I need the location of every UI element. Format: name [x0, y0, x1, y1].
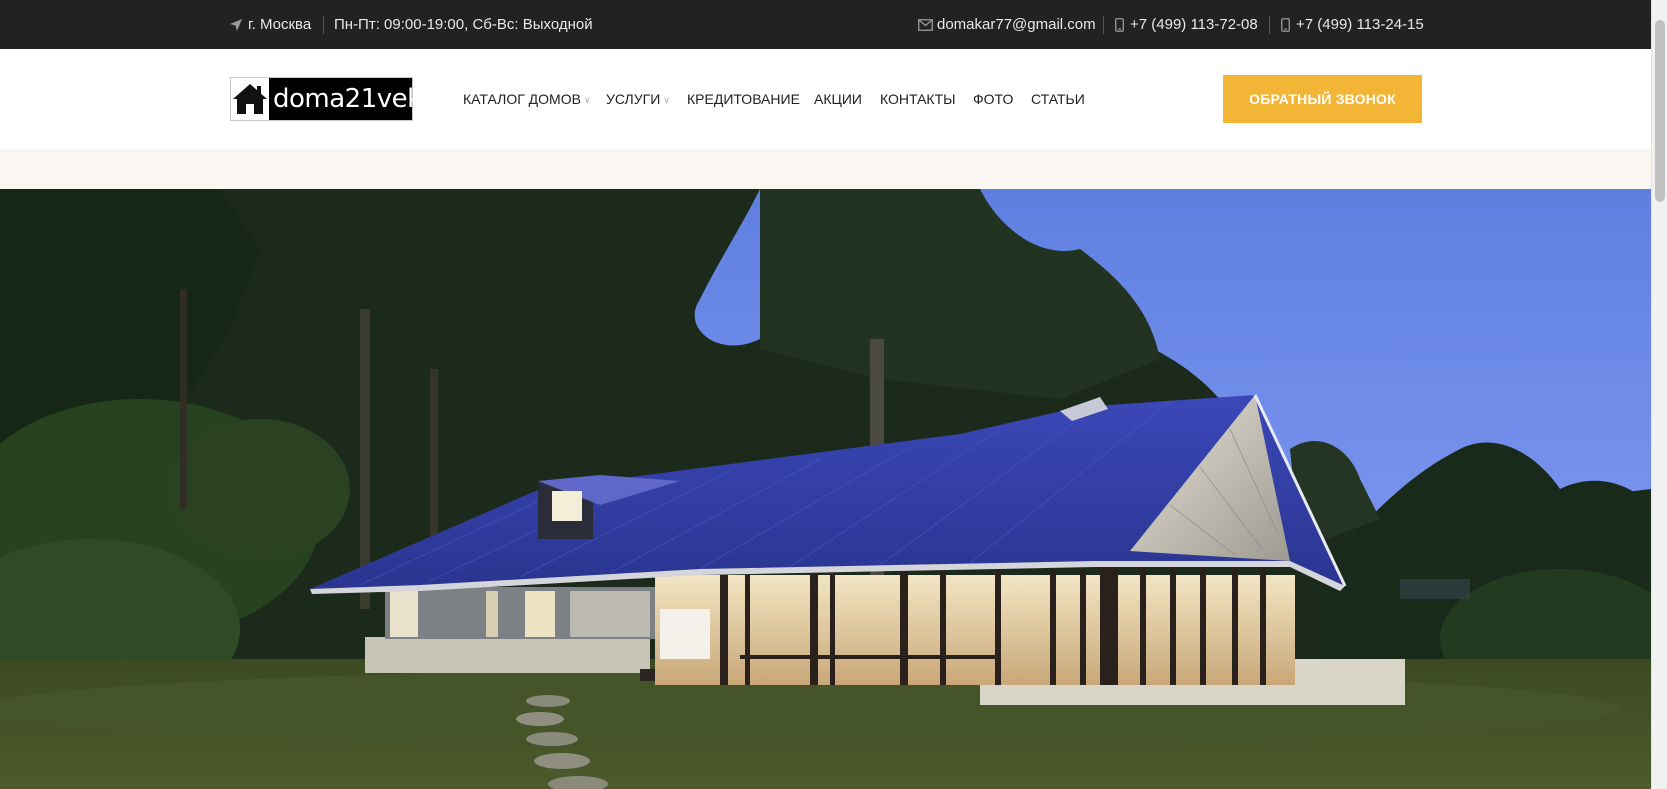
phone-link-2[interactable]: +7 (499) 113-24-15: [1281, 0, 1424, 49]
nav-item-services[interactable]: УСЛУГИ ∨: [606, 49, 670, 149]
top-bar: г. Москва Пн-Пт: 09:00-19:00, Сб-Вс: Вых…: [0, 0, 1651, 49]
nav-item-catalog[interactable]: КАТАЛОГ ДОМОВ ∨: [463, 49, 591, 149]
nav-item-photo[interactable]: ФОТО: [973, 49, 1013, 149]
city-info: г. Москва: [229, 0, 311, 49]
callback-button[interactable]: ОБРАТНЫЙ ЗВОНОК: [1223, 75, 1422, 123]
nav-item-promotions[interactable]: АКЦИИ: [814, 49, 862, 149]
phone-link-1[interactable]: +7 (499) 113-72-08: [1115, 0, 1258, 49]
divider: [1269, 16, 1270, 34]
scrollbar-thumb[interactable]: [1655, 20, 1665, 202]
phone-text-1: +7 (499) 113-72-08: [1130, 16, 1258, 33]
nav-label: КРЕДИТОВАНИЕ: [687, 91, 800, 107]
nav-item-credit[interactable]: КРЕДИТОВАНИЕ: [687, 49, 800, 149]
site-logo[interactable]: doma21vek: [230, 77, 422, 121]
logo-text: doma21vek: [273, 84, 422, 114]
house-icon: [231, 78, 269, 120]
mobile-phone-icon: [1115, 17, 1124, 32]
hours-text: Пн-Пт: 09:00-19:00, Сб-Вс: Выходной: [334, 16, 593, 33]
nav-label: СТАТЬИ: [1031, 91, 1085, 107]
nav-label: КОНТАКТЫ: [880, 91, 956, 107]
page-scrollbar[interactable]: [1651, 0, 1667, 789]
working-hours: Пн-Пт: 09:00-19:00, Сб-Вс: Выходной: [334, 0, 593, 49]
nav-item-articles[interactable]: СТАТЬИ: [1031, 49, 1085, 149]
header-spacer: [0, 149, 1651, 189]
nav-label: КАТАЛОГ ДОМОВ: [463, 91, 581, 107]
city-text: г. Москва: [248, 16, 312, 33]
envelope-icon: [918, 18, 933, 31]
chevron-down-icon: ∨: [583, 94, 591, 105]
house-photo: [0, 189, 1651, 789]
nav-label: ФОТО: [973, 91, 1014, 107]
email-link[interactable]: domakar77@gmail.com: [918, 0, 1096, 49]
divider: [1103, 16, 1104, 34]
nav-item-contacts[interactable]: КОНТАКТЫ: [880, 49, 956, 149]
email-text: domakar77@gmail.com: [937, 16, 1096, 33]
hero-image: [0, 189, 1651, 789]
location-arrow-icon: [229, 18, 243, 32]
mobile-phone-icon: [1281, 17, 1290, 32]
divider: [323, 16, 324, 34]
nav-label: АКЦИИ: [814, 91, 862, 107]
chevron-down-icon: ∨: [663, 94, 670, 105]
phone-text-2: +7 (499) 113-24-15: [1296, 16, 1424, 33]
nav-label: УСЛУГИ: [606, 91, 661, 107]
